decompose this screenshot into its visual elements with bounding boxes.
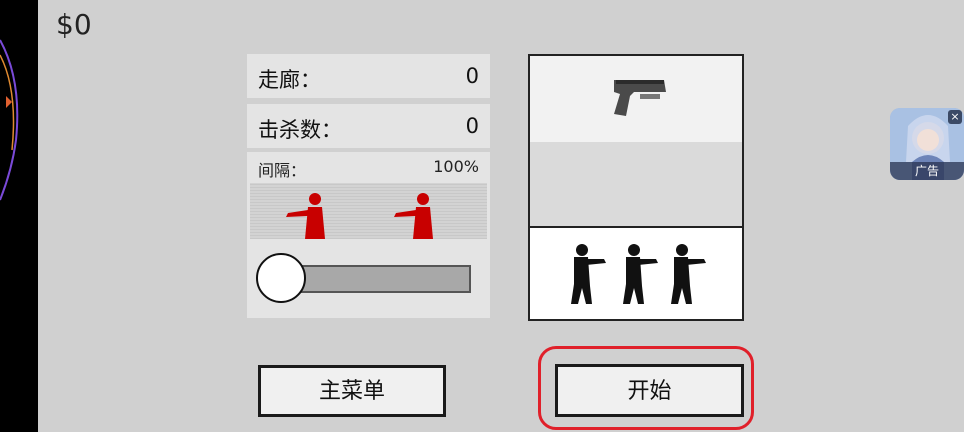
ad-label: 广告: [890, 162, 964, 180]
money-counter: $0: [56, 8, 92, 41]
interval-value: 100%: [433, 157, 479, 176]
kills-label: 击杀数：: [258, 118, 342, 142]
corridor-label: 走廊：: [258, 68, 321, 92]
weapon-slot-empty: [530, 142, 742, 226]
armed-enemy-icon: [623, 244, 658, 304]
target-figure-icon: [286, 193, 325, 239]
ad-close-icon[interactable]: ×: [948, 110, 962, 124]
stats-panel: 走廊： 0 击杀数： 0: [247, 54, 490, 154]
kills-value: 0: [465, 114, 479, 138]
corridor-row: 走廊： 0: [247, 54, 490, 98]
side-arrow-icon: [6, 96, 12, 108]
main-menu-button[interactable]: 主菜单: [258, 365, 446, 417]
interval-label: 间隔：: [258, 161, 307, 180]
corridor-value: 0: [465, 64, 479, 88]
interval-preview: [250, 183, 487, 239]
ad-thumbnail[interactable]: × 广告: [890, 108, 964, 180]
target-figure-icon: [394, 193, 433, 239]
armed-enemy-icon: [671, 244, 706, 304]
pistol-icon: [614, 80, 666, 116]
left-edge-strip: [0, 0, 38, 432]
weapon-display: [530, 56, 742, 142]
interval-slider-track[interactable]: [279, 265, 471, 293]
interval-slider-knob[interactable]: [256, 253, 306, 303]
enemy-preview: [530, 228, 742, 319]
armed-enemy-icon: [571, 244, 606, 304]
weapon-panel[interactable]: [528, 54, 744, 321]
kills-row: 击杀数： 0: [247, 104, 490, 148]
start-button[interactable]: 开始: [555, 364, 744, 417]
interval-panel: 间隔： 100%: [247, 152, 490, 318]
